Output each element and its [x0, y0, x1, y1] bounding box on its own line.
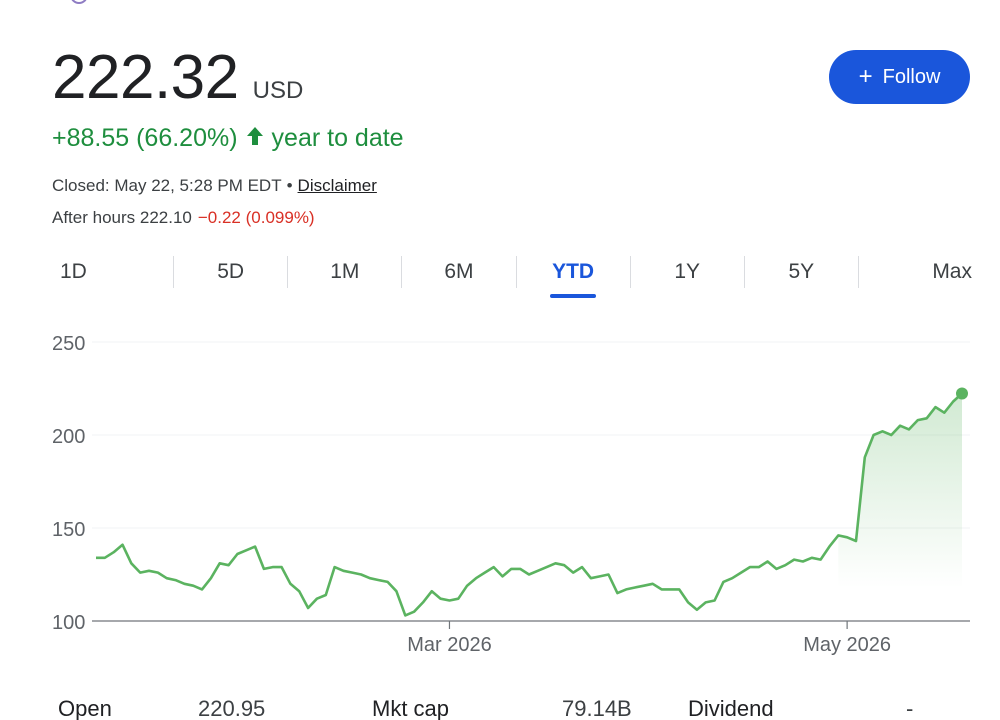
partial-logo-icon [70, 0, 88, 4]
range-tab-5y[interactable]: 5Y [745, 252, 858, 292]
plus-icon: + [858, 63, 873, 90]
stock-quote-panel: 222.32 USD + Follow +88.55 (66.20%) year… [0, 0, 1000, 720]
range-tab-1m[interactable]: 1M [288, 252, 401, 292]
stat-value-mkt-cap: 79.14B [562, 696, 632, 720]
after-hours: After hours 222.10 −0.22 (0.099%) [52, 208, 315, 228]
y-tick-label: 250 [52, 333, 85, 355]
range-tab-5d[interactable]: 5D [174, 252, 287, 292]
stat-label-dividend: Dividend [688, 696, 774, 720]
current-price: 222.32 [52, 43, 239, 112]
disclaimer-link[interactable]: Disclaimer [298, 176, 377, 195]
after-hours-label: After hours 222.10 [52, 208, 192, 227]
x-tick-label: May 2026 [803, 634, 891, 656]
x-tick-label: Mar 2026 [407, 634, 492, 656]
after-hours-change: −0.22 (0.099%) [197, 208, 315, 227]
separator-dot: • [286, 176, 293, 195]
stat-label-open: Open [58, 696, 112, 720]
price-line [96, 392, 963, 617]
range-tab-ytd[interactable]: YTD [517, 252, 630, 292]
price-area-fill [838, 393, 962, 588]
price-row: 222.32 USD [52, 44, 303, 112]
y-tick-label: 200 [52, 426, 85, 448]
range-tab-max[interactable]: Max [859, 252, 972, 292]
change-period: year to date [271, 124, 404, 152]
currency-label: USD [252, 77, 304, 104]
arrow-up-icon [246, 126, 264, 152]
stat-value-dividend: - [906, 696, 914, 720]
range-tab-1d[interactable]: 1D [52, 252, 173, 292]
stat-value-open: 220.95 [198, 696, 266, 720]
price-change: +88.55 (66.20%) year to date [52, 124, 404, 153]
range-tab-6m[interactable]: 6M [402, 252, 515, 292]
stat-label-mkt-cap: Mkt cap [372, 696, 450, 720]
range-tab-1y[interactable]: 1Y [631, 252, 744, 292]
market-status: Closed: May 22, 5:28 PM EDT • Disclaimer [52, 176, 377, 196]
change-value: +88.55 (66.20%) [52, 124, 238, 152]
y-tick-label: 150 [52, 519, 85, 541]
price-chart[interactable]: 100 150 200 250 Mar 2026 May 2026 [0, 320, 1000, 665]
follow-button[interactable]: + Follow [829, 50, 970, 104]
last-price-point [956, 387, 968, 400]
y-tick-label: 100 [52, 612, 85, 634]
closed-label: Closed: May 22, 5:28 PM EDT [52, 176, 282, 195]
range-selector: 1D 5D 1M 6M YTD 1Y 5Y Max [52, 252, 972, 300]
follow-label: Follow [882, 65, 941, 88]
